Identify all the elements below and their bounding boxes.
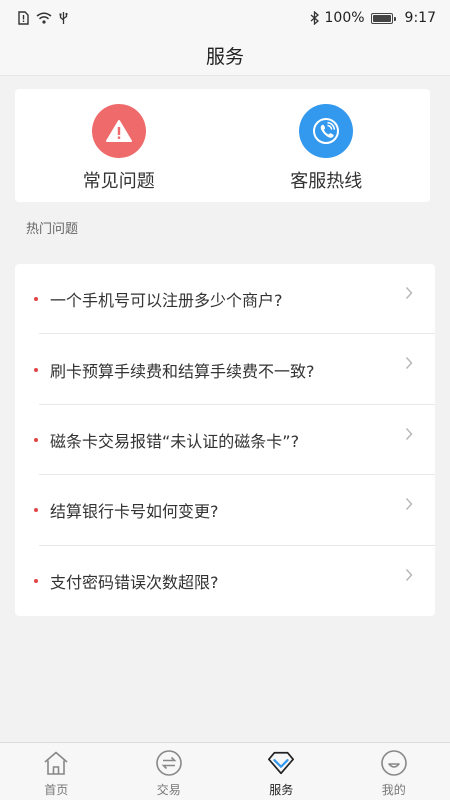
list-item[interactable]: 支付密码错误次数超限? <box>15 546 435 616</box>
status-right: 100% 9:17 <box>310 10 436 26</box>
bluetooth-icon <box>310 11 319 25</box>
hotline-quick-label: 客服热线 <box>290 171 363 192</box>
chevron-right-icon <box>405 426 413 445</box>
status-left <box>18 11 68 25</box>
bullet-dot <box>34 367 38 372</box>
chevron-right-icon <box>405 567 413 586</box>
battery-percent: 100% <box>324 10 365 26</box>
list-item[interactable]: 结算银行卡号如何变更? <box>15 475 435 546</box>
tab-home[interactable]: 首页 <box>0 743 113 800</box>
chevron-right-icon <box>405 496 413 515</box>
bullet-dot <box>34 297 38 302</box>
chevron-right-icon <box>405 285 413 304</box>
list-item[interactable]: 一个手机号可以注册多少个商户? <box>15 264 435 335</box>
tab-mine-label: 我的 <box>381 783 406 797</box>
usb-icon <box>59 11 68 25</box>
tab-service[interactable]: 服务 <box>225 743 338 800</box>
diamond-icon <box>267 749 295 777</box>
sim-alert-icon <box>18 11 29 25</box>
question-text: 结算银行卡号如何变更? <box>50 502 219 522</box>
question-text: 支付密码错误次数超限? <box>50 572 219 592</box>
hotline-quick-button[interactable]: 客服热线 <box>223 89 431 202</box>
wifi-icon <box>36 12 52 24</box>
list-item[interactable]: 磁条卡交易报错“未认证的磁条卡”? <box>15 405 435 476</box>
question-text: 刷卡预算手续费和结算手续费不一致? <box>50 361 315 381</box>
exchange-icon <box>155 749 183 777</box>
question-text: 磁条卡交易报错“未认证的磁条卡”? <box>50 431 300 451</box>
warning-icon <box>91 104 146 158</box>
page-title: 服务 <box>205 46 244 68</box>
chevron-right-icon <box>405 355 413 374</box>
status-bar: 100% 9:17 <box>0 0 450 36</box>
battery-icon <box>370 12 396 24</box>
question-text: 一个手机号可以注册多少个商户? <box>50 291 283 311</box>
tab-trade[interactable]: 交易 <box>113 743 226 800</box>
bullet-dot <box>34 508 38 513</box>
faq-quick-label: 常见问题 <box>82 171 155 192</box>
tab-mine[interactable]: 我的 <box>338 743 450 800</box>
smiley-icon <box>380 749 408 777</box>
title-bar: 服务 <box>0 36 450 76</box>
hot-questions-list: 一个手机号可以注册多少个商户? 刷卡预算手续费和结算手续费不一致? 磁条卡交易报… <box>15 264 435 616</box>
tab-trade-label: 交易 <box>156 783 181 797</box>
faq-quick-button[interactable]: 常见问题 <box>15 89 223 202</box>
tab-service-label: 服务 <box>269 783 294 797</box>
tab-home-label: 首页 <box>44 783 69 797</box>
home-icon <box>42 749 70 777</box>
list-item[interactable]: 刷卡预算手续费和结算手续费不一致? <box>15 334 435 406</box>
phone-icon <box>299 104 354 158</box>
status-time: 9:17 <box>404 10 436 26</box>
bullet-dot <box>34 437 38 442</box>
bullet-dot <box>34 578 38 583</box>
hot-questions-title: 热门问题 <box>26 222 79 237</box>
quick-actions-card: 常见问题 客服热线 <box>15 89 430 202</box>
bottom-tab-bar: 首页 交易 服务 我的 <box>0 742 450 800</box>
